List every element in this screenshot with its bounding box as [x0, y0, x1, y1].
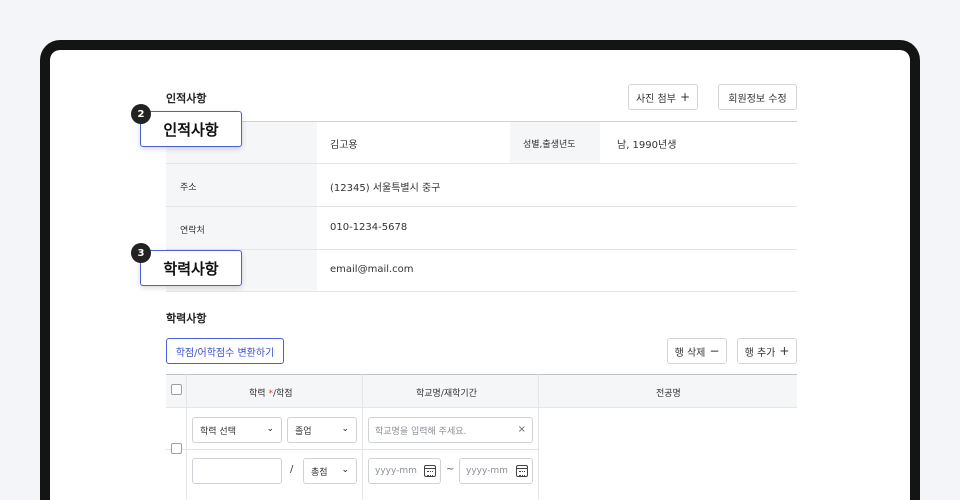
edit-member-button[interactable]: 회원정보 수정 [718, 84, 797, 110]
chevron-down-icon: ⌄ [341, 465, 349, 475]
plus-icon: + [779, 344, 790, 358]
school-name-placeholder: 학교명을 입력해 주세요. [375, 426, 467, 437]
degree-select-value: 학력 선택 [200, 426, 236, 437]
calendar-icon[interactable] [424, 465, 436, 477]
attach-photo-button[interactable]: 사진 첨부 + [628, 84, 698, 110]
row-divider [166, 163, 797, 164]
callout-number-badge: 3 [131, 243, 151, 263]
school-name-input[interactable]: 학교명을 입력해 주세요. × [368, 417, 533, 443]
gender-birth-value: 남, 1990년생 [617, 140, 677, 151]
add-row-button[interactable]: 행 추가 + [737, 338, 797, 364]
edit-member-label: 회원정보 수정 [728, 93, 787, 105]
graduation-status-select[interactable]: 졸업 ⌄ [287, 417, 357, 443]
school-period-column-header: 학교명/재학기간 [416, 389, 477, 399]
date-range-tilde: ~ [446, 464, 455, 475]
row-divider [166, 291, 797, 292]
contact-label: 연락처 [180, 226, 205, 236]
degree-select[interactable]: 학력 선택 ⌄ [192, 417, 282, 443]
column-divider [538, 374, 539, 500]
chevron-down-icon: ⌄ [266, 424, 274, 434]
row-divider [166, 449, 538, 450]
graduation-status-value: 졸업 [295, 426, 312, 437]
total-score-value: 총점 [311, 467, 328, 478]
add-row-label: 행 추가 [744, 347, 776, 359]
degree-header-suffix: /학점 [272, 389, 293, 399]
attach-photo-label: 사진 첨부 [635, 93, 676, 105]
start-date-input[interactable]: yyyy-mm [368, 458, 441, 484]
column-divider [362, 374, 363, 500]
delete-row-label: 행 삭제 [674, 347, 706, 359]
total-score-select[interactable]: 총점 ⌄ [303, 458, 357, 484]
row-divider [166, 249, 797, 250]
gpa-slash: / [290, 464, 294, 475]
degree-column-header: 학력 */학점 [249, 386, 293, 399]
personal-section-title: 인적사항 [166, 92, 207, 105]
degree-header-text: 학력 [249, 389, 266, 399]
contact-value: 010-1234-5678 [330, 222, 408, 233]
clear-icon[interactable]: × [518, 424, 526, 435]
major-column-header: 전공명 [656, 389, 681, 399]
email-value: email@mail.com [330, 264, 414, 275]
end-date-input[interactable]: yyyy-mm [459, 458, 533, 484]
address-label: 주소 [180, 183, 197, 193]
callout-education: 학력사항 [140, 250, 242, 286]
gender-birth-label: 성별,출생년도 [523, 140, 576, 150]
delete-row-button[interactable]: 행 삭제 − [667, 338, 727, 364]
name-value: 김고용 [330, 140, 358, 151]
start-date-placeholder: yyyy-mm [375, 466, 417, 476]
column-divider [186, 374, 187, 500]
callout-number-badge: 2 [131, 104, 151, 124]
callout-personal: 인적사항 [140, 111, 242, 147]
select-all-checkbox[interactable] [171, 384, 182, 395]
calendar-icon[interactable] [516, 465, 528, 477]
minus-icon: − [709, 344, 720, 358]
education-section-title: 학력사항 [166, 312, 207, 325]
address-value: (12345) 서울특별시 중구 [330, 183, 441, 194]
convert-score-button[interactable]: 학점/어학점수 변환하기 [166, 338, 284, 364]
end-date-placeholder: yyyy-mm [466, 466, 508, 476]
plus-icon: + [679, 90, 691, 104]
row-checkbox[interactable] [171, 443, 182, 454]
chevron-down-icon: ⌄ [341, 424, 349, 434]
table-top-border [166, 121, 797, 122]
form-screen: 인적사항 사진 첨부 + 회원정보 수정 김고용 성별,출생년도 남, 1990… [50, 50, 910, 500]
row-divider [166, 206, 797, 207]
gpa-input[interactable] [192, 458, 282, 484]
